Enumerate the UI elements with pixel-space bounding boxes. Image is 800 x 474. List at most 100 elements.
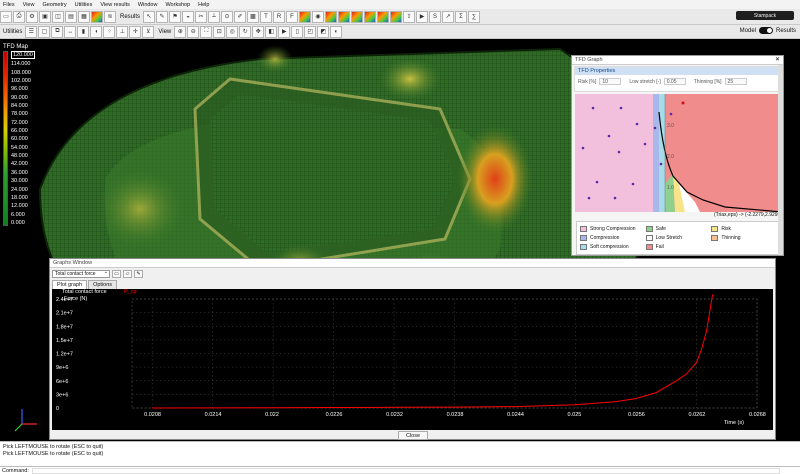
view-cube-icon[interactable]: ◰: [304, 25, 317, 38]
cylinder-icon[interactable]: ◖: [90, 25, 103, 38]
close-icon[interactable]: ✕: [775, 56, 780, 63]
legend-swatch: [580, 225, 587, 232]
layers-icon[interactable]: ≋: [104, 10, 116, 23]
new-graph-icon[interactable]: ▭: [112, 270, 121, 278]
tfd-icon[interactable]: T: [260, 10, 273, 23]
table-icon[interactable]: ▦: [78, 10, 90, 23]
edit-icon[interactable]: ✐: [234, 10, 247, 23]
new-file-icon[interactable]: ▭: [0, 10, 12, 23]
rz-icon[interactable]: R: [273, 10, 286, 23]
render-icon[interactable]: ◐: [330, 25, 343, 38]
y-tick-label: 1.8e+7: [56, 324, 73, 330]
flag-icon[interactable]: ⚑: [169, 10, 182, 23]
pan-icon[interactable]: ✥: [252, 25, 265, 38]
wrinkle-icon[interactable]: [364, 10, 377, 23]
tfd-window-title: TFD Graph: [572, 56, 783, 65]
camera-icon[interactable]: ◎: [226, 25, 239, 38]
edit-graph-icon[interactable]: ✎: [134, 270, 143, 278]
zoom-out-icon[interactable]: ⊖: [187, 25, 200, 38]
zoom-fit-icon[interactable]: ⛶: [200, 25, 213, 38]
copy-icon[interactable]: ⧉: [51, 25, 64, 38]
stl-icon[interactable]: S: [429, 10, 442, 23]
zoom-in-icon[interactable]: ⊕: [174, 25, 187, 38]
damage-icon[interactable]: [377, 10, 390, 23]
sum-icon[interactable]: Σ: [455, 10, 468, 23]
thickness-icon[interactable]: [325, 10, 338, 23]
legend-swatch: [711, 225, 719, 232]
play-icon[interactable]: ▶: [278, 25, 291, 38]
box-icon[interactable]: ▢: [38, 25, 51, 38]
graph-type-select[interactable]: Total contact force: [52, 269, 110, 278]
window-icon[interactable]: ▣: [39, 10, 51, 23]
settings-icon[interactable]: ⚙: [26, 10, 38, 23]
fld-icon[interactable]: F: [286, 10, 299, 23]
stress-icon[interactable]: [351, 10, 364, 23]
strain-icon[interactable]: [338, 10, 351, 23]
x-tick-label: 0.0256: [628, 412, 645, 418]
tab-plot-graph[interactable]: Plot graph: [52, 280, 88, 289]
bar-icon[interactable]: ▮: [77, 25, 90, 38]
legend-value: 48.000: [11, 153, 28, 160]
menu-item[interactable]: Workshop: [165, 2, 190, 8]
menu-item[interactable]: View: [23, 2, 35, 8]
flc-icon[interactable]: [390, 10, 403, 23]
y-tick-label: 6e+6: [56, 379, 68, 385]
eye-icon[interactable]: ◉: [312, 10, 325, 23]
punch-icon[interactable]: ◒: [182, 10, 195, 23]
y-tick-label: 2.1e+7: [56, 311, 73, 317]
tfd-scrollbar[interactable]: [778, 65, 783, 255]
distance-icon[interactable]: ↔: [64, 25, 77, 38]
legend-value: 54.000: [11, 144, 28, 151]
animation-icon[interactable]: ▶: [416, 10, 429, 23]
perspective-icon[interactable]: ◩: [317, 25, 330, 38]
y-tick-label: 1.2e+7: [56, 352, 73, 358]
axes-icon[interactable]: ✛: [129, 25, 142, 38]
close-button[interactable]: Close: [398, 431, 428, 440]
mesh-icon[interactable]: ▩: [247, 10, 260, 23]
risk-input[interactable]: 10: [599, 78, 622, 85]
menu-item[interactable]: Help: [198, 2, 209, 8]
menu-item[interactable]: Files: [3, 2, 15, 8]
contour-icon[interactable]: [299, 10, 312, 23]
mode-switch[interactable]: [758, 27, 773, 34]
view-front-icon[interactable]: ◧: [265, 25, 278, 38]
tab-options[interactable]: Options: [88, 280, 118, 289]
results-menu[interactable]: Results: [120, 14, 140, 20]
utilities-menu[interactable]: Utilities: [3, 29, 22, 35]
rotate-icon[interactable]: ↻: [239, 25, 252, 38]
measure-icon[interactable]: ⟂: [208, 10, 221, 23]
node-icon[interactable]: ⊙: [221, 10, 234, 23]
menu-item[interactable]: Window: [138, 2, 158, 8]
formula-icon[interactable]: ∑: [468, 10, 481, 23]
axis-icon[interactable]: ⊥: [116, 25, 129, 38]
brush-icon[interactable]: ✎: [156, 10, 169, 23]
tool-icon[interactable]: ✂: [195, 10, 208, 23]
pick-icon[interactable]: ↖: [143, 10, 156, 23]
toolbar-view: Utilities ☰ ▢ ⧉ ↔ ▮ ◖ ⁘ ⊥ ✛ ⊻ View ⊕ ⊖ ⛶…: [0, 25, 800, 39]
zoom-frame-icon[interactable]: ⊡: [213, 25, 226, 38]
thinning-input[interactable]: 25: [724, 78, 747, 85]
view-menu[interactable]: View: [158, 29, 171, 35]
menu-item[interactable]: View results: [100, 2, 130, 8]
menu-item[interactable]: Utilities: [75, 2, 93, 8]
export-icon[interactable]: ⇪: [403, 10, 416, 23]
tfd-map-legend: TFD Map 120.000 114.000 108.000 102.000 96.0…: [3, 44, 35, 226]
model-results-toggle[interactable]: Model Results: [740, 27, 796, 34]
x-tick-label: 0.0232: [386, 412, 403, 418]
filter-icon[interactable]: ⊻: [142, 25, 155, 38]
graph-icon[interactable]: ↗: [442, 10, 455, 23]
list-icon[interactable]: ☰: [25, 25, 38, 38]
graphs-window-title: Graphs Window: [50, 259, 775, 268]
panel-icon[interactable]: ◫: [52, 10, 64, 23]
open-graph-icon[interactable]: ▱: [123, 270, 132, 278]
tfd-legend-label: Safe: [655, 225, 666, 232]
menu-item[interactable]: Geometry: [42, 2, 66, 8]
document-icon[interactable]: ▤: [65, 10, 77, 23]
tfd-legend-label: Soft compression: [590, 244, 629, 251]
low-stretch-input[interactable]: 0.05: [663, 78, 686, 85]
command-input[interactable]: [31, 467, 780, 474]
color-layers-icon[interactable]: [91, 10, 103, 23]
print-icon[interactable]: ⎙: [13, 10, 25, 23]
nodes-icon[interactable]: ⁘: [103, 25, 116, 38]
frame-icon[interactable]: ▯: [291, 25, 304, 38]
